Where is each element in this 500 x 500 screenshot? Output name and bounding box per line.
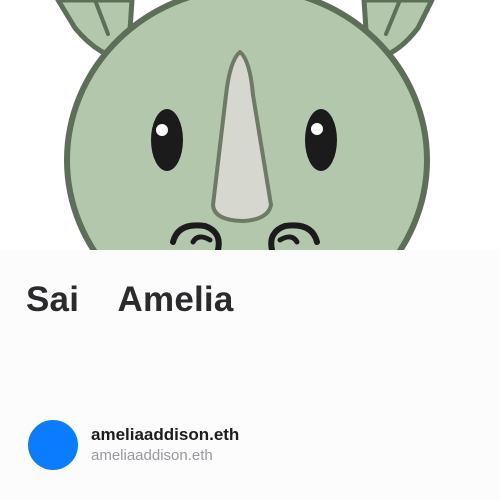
owner-secondary-name: ameliaaddison.eth [91, 447, 213, 464]
owner-primary-name[interactable]: ameliaaddison.eth [91, 424, 239, 446]
owner-avatar[interactable] [28, 420, 78, 470]
profile-hero-image [0, 0, 500, 250]
profile-display-name: Sai Amelia [26, 280, 234, 319]
owner-row[interactable]: ameliaaddison.eth ameliaaddison.eth [28, 420, 239, 470]
rhino-face-icon [55, 0, 435, 250]
owner-names: ameliaaddison.eth ameliaaddison.eth [91, 424, 239, 466]
